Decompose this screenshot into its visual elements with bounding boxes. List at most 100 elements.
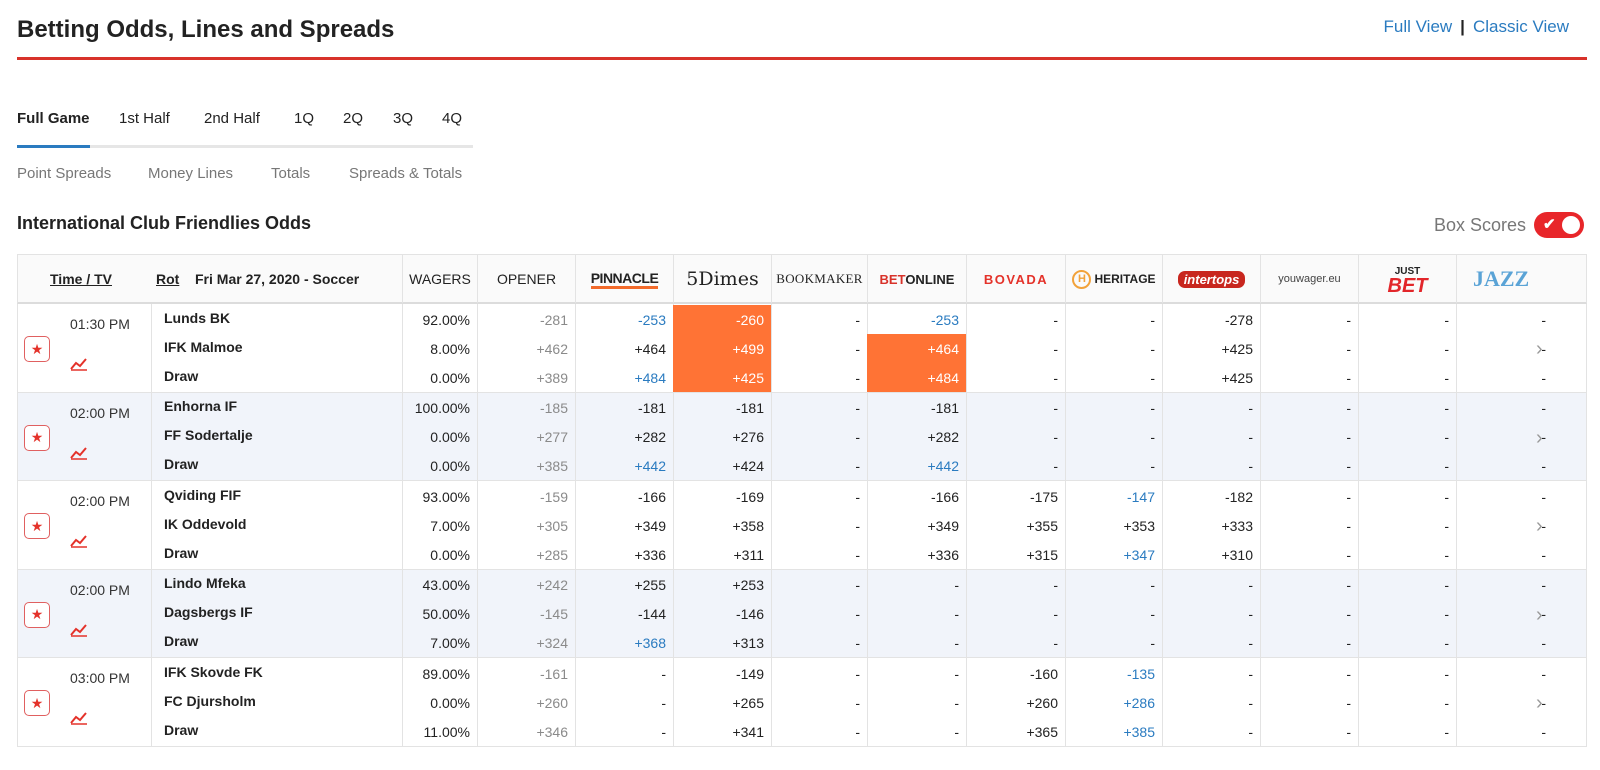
odds-cell-pinnacle[interactable]: +336	[575, 540, 673, 569]
tab-full-game[interactable]: Full Game	[17, 110, 90, 127]
odds-cell-jazz[interactable]: -	[1456, 482, 1553, 511]
odds-cell-justbet[interactable]: -	[1358, 600, 1456, 629]
odds-cell-pinnacle[interactable]: +484	[575, 363, 673, 392]
odds-cell-jazz[interactable]: -	[1456, 717, 1553, 746]
odds-cell-justbet[interactable]: -	[1358, 717, 1456, 746]
team-name[interactable]: Lunds BK	[164, 303, 394, 332]
odds-cell-intertops[interactable]: -	[1162, 688, 1260, 717]
odds-cell-jazz[interactable]: -	[1456, 659, 1553, 688]
odds-cell-5dimes[interactable]: +253	[673, 571, 771, 600]
team-name[interactable]: FC Djursholm	[164, 686, 394, 715]
odds-cell-youwager[interactable]: -	[1260, 394, 1358, 423]
odds-cell-bookmaker[interactable]: -	[771, 334, 867, 363]
tab-totals[interactable]: Totals	[271, 165, 310, 182]
team-name[interactable]: Draw	[164, 361, 394, 390]
odds-cell-bovada[interactable]: -	[966, 363, 1065, 392]
tab-4q[interactable]: 4Q	[442, 110, 462, 127]
odds-cell-pinnacle[interactable]: +255	[575, 571, 673, 600]
tab-point-spreads[interactable]: Point Spreads	[17, 165, 111, 182]
odds-cell-jazz[interactable]: -	[1456, 452, 1553, 481]
odds-cell-intertops[interactable]: -	[1162, 423, 1260, 452]
tab-3q[interactable]: 3Q	[393, 110, 413, 127]
line-movement-chart-icon[interactable]	[70, 446, 88, 465]
odds-cell-jazz[interactable]: -	[1456, 688, 1553, 717]
odds-cell-betonline[interactable]: -	[867, 629, 966, 658]
odds-cell-heritage[interactable]: +286	[1065, 688, 1162, 717]
odds-cell-bookmaker[interactable]: -	[771, 600, 867, 629]
odds-cell-pinnacle[interactable]: -181	[575, 394, 673, 423]
odds-cell-justbet[interactable]: -	[1358, 629, 1456, 658]
team-name[interactable]: Draw	[164, 450, 394, 479]
odds-cell-justbet[interactable]: -	[1358, 363, 1456, 392]
odds-cell-intertops[interactable]: -	[1162, 452, 1260, 481]
odds-cell-bookmaker[interactable]: -	[771, 540, 867, 569]
favorite-star-button[interactable]: ★	[24, 601, 50, 628]
odds-cell-bovada[interactable]: -	[966, 629, 1065, 658]
odds-cell-5dimes[interactable]: -260	[673, 305, 771, 334]
odds-cell-bookmaker[interactable]: -	[771, 717, 867, 746]
odds-cell-intertops[interactable]: -	[1162, 394, 1260, 423]
team-name[interactable]: Enhorna IF	[164, 392, 394, 421]
odds-cell-pinnacle[interactable]: -	[575, 688, 673, 717]
odds-cell-5dimes[interactable]: +358	[673, 511, 771, 540]
odds-cell-betonline[interactable]: -	[867, 659, 966, 688]
odds-cell-justbet[interactable]: -	[1358, 482, 1456, 511]
odds-cell-betonline[interactable]: +349	[867, 511, 966, 540]
odds-cell-heritage[interactable]: +385	[1065, 717, 1162, 746]
bookmaker-header[interactable]: BOOKMAKER	[771, 255, 867, 303]
classic-view-link[interactable]: Classic View	[1473, 17, 1569, 37]
odds-cell-betonline[interactable]: -	[867, 571, 966, 600]
odds-cell-heritage[interactable]: -	[1065, 600, 1162, 629]
odds-cell-youwager[interactable]: -	[1260, 540, 1358, 569]
heritage-header[interactable]: H HERITAGE	[1065, 255, 1162, 303]
odds-cell-bookmaker[interactable]: -	[771, 688, 867, 717]
odds-cell-justbet[interactable]: -	[1358, 423, 1456, 452]
odds-cell-jazz[interactable]: -	[1456, 334, 1553, 363]
odds-cell-heritage[interactable]: +353	[1065, 511, 1162, 540]
tab-money-lines[interactable]: Money Lines	[148, 165, 233, 182]
odds-cell-intertops[interactable]: -	[1162, 659, 1260, 688]
odds-cell-pinnacle[interactable]: -	[575, 717, 673, 746]
bovada-header[interactable]: BOVADA	[966, 255, 1065, 303]
favorite-star-button[interactable]: ★	[24, 513, 50, 539]
odds-cell-bovada[interactable]: -160	[966, 659, 1065, 688]
odds-cell-pinnacle[interactable]: -253	[575, 305, 673, 334]
odds-cell-bovada[interactable]: -175	[966, 482, 1065, 511]
odds-cell-jazz[interactable]: -	[1456, 305, 1553, 334]
odds-cell-intertops[interactable]: +425	[1162, 363, 1260, 392]
tab-2nd-half[interactable]: 2nd Half	[204, 110, 260, 127]
odds-cell-5dimes[interactable]: +424	[673, 452, 771, 481]
rot-header[interactable]: Rot	[156, 255, 179, 303]
odds-cell-bookmaker[interactable]: -	[771, 452, 867, 481]
line-movement-chart-icon[interactable]	[70, 534, 88, 553]
odds-cell-5dimes[interactable]: -149	[673, 659, 771, 688]
team-name[interactable]: IK Oddevold	[164, 509, 394, 538]
odds-cell-jazz[interactable]: -	[1456, 363, 1553, 392]
justbet-header[interactable]: JUST BET	[1358, 255, 1456, 303]
full-view-link[interactable]: Full View	[1384, 17, 1453, 37]
odds-cell-justbet[interactable]: -	[1358, 305, 1456, 334]
odds-cell-bovada[interactable]: +260	[966, 688, 1065, 717]
odds-cell-heritage[interactable]: -	[1065, 394, 1162, 423]
odds-cell-bovada[interactable]: -	[966, 305, 1065, 334]
odds-cell-jazz[interactable]: -	[1456, 423, 1553, 452]
odds-cell-youwager[interactable]: -	[1260, 305, 1358, 334]
odds-cell-betonline[interactable]: +282	[867, 423, 966, 452]
odds-cell-bovada[interactable]: -	[966, 334, 1065, 363]
odds-cell-betonline[interactable]: +336	[867, 540, 966, 569]
odds-cell-youwager[interactable]: -	[1260, 659, 1358, 688]
odds-cell-youwager[interactable]: -	[1260, 452, 1358, 481]
odds-cell-betonline[interactable]: +442	[867, 452, 966, 481]
odds-cell-justbet[interactable]: -	[1358, 540, 1456, 569]
odds-cell-justbet[interactable]: -	[1358, 571, 1456, 600]
odds-cell-pinnacle[interactable]: +282	[575, 423, 673, 452]
odds-cell-jazz[interactable]: -	[1456, 511, 1553, 540]
odds-cell-justbet[interactable]: -	[1358, 452, 1456, 481]
odds-cell-5dimes[interactable]: -146	[673, 600, 771, 629]
odds-cell-intertops[interactable]: +310	[1162, 540, 1260, 569]
tab-1q[interactable]: 1Q	[294, 110, 314, 127]
odds-cell-betonline[interactable]: -181	[867, 394, 966, 423]
odds-cell-bovada[interactable]: +315	[966, 540, 1065, 569]
odds-cell-heritage[interactable]: -	[1065, 452, 1162, 481]
odds-cell-pinnacle[interactable]: +349	[575, 511, 673, 540]
